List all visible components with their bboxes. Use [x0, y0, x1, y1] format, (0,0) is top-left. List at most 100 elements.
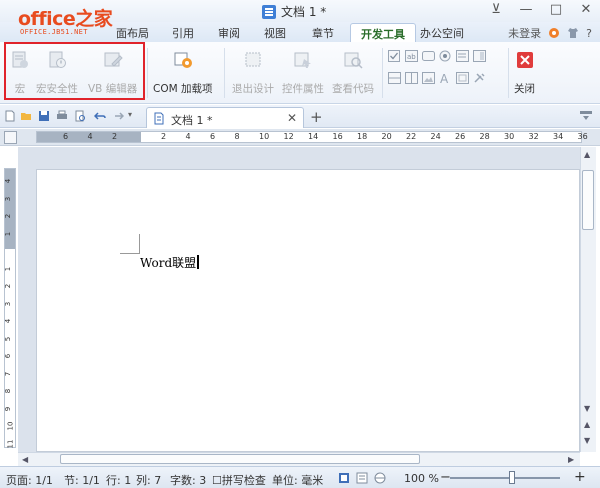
ruler-tick-label: 36	[577, 132, 588, 141]
spin-control-icon[interactable]	[388, 72, 401, 84]
open-folder-icon[interactable]	[20, 110, 32, 122]
ruler-tick-label: 2	[112, 132, 118, 141]
tab-list-icon[interactable]	[580, 111, 592, 121]
page-view-icon[interactable]	[338, 472, 350, 484]
control-properties-icon	[294, 52, 311, 68]
control-properties-button[interactable]: 控件属性	[282, 50, 324, 96]
vertical-ruler-tick-label: 5	[4, 336, 13, 341]
skin-icon[interactable]	[548, 27, 560, 39]
status-line: 行: 1	[106, 474, 132, 487]
tab-review[interactable]: 审阅	[218, 25, 240, 41]
scroll-control-icon[interactable]	[405, 72, 418, 84]
status-page[interactable]: 页面: 1/1	[6, 472, 53, 488]
document-page[interactable]	[36, 169, 580, 452]
exit-design-button[interactable]: 退出设计	[232, 50, 274, 96]
vertical-ruler-tick-label: 11	[6, 439, 15, 448]
vertical-ruler-tick-label: 10	[6, 421, 15, 431]
frame-control-icon[interactable]	[456, 72, 469, 84]
document-tab-label: 文档 1 *	[171, 114, 213, 127]
scroll-down-arrow-icon[interactable]: ▼	[584, 404, 590, 413]
help-icon[interactable]: ?	[586, 27, 592, 40]
ruler-tick-label: 2	[161, 132, 167, 141]
close-developer-label: 关闭	[514, 83, 535, 95]
label-control-icon[interactable]: A	[439, 72, 452, 84]
tab-stop-selector[interactable]	[4, 131, 17, 144]
minimize-icon[interactable]: —	[518, 2, 534, 17]
horizontal-scroll-thumb[interactable]	[60, 454, 420, 464]
vertical-ruler-tick-label: 2	[4, 213, 13, 219]
tab-section[interactable]: 章节	[312, 25, 334, 41]
close-icon[interactable]: ✕	[578, 2, 594, 17]
controls-toolbox: ab A	[388, 50, 490, 90]
ribbon-separator	[508, 48, 509, 98]
list-box-control-icon[interactable]	[456, 50, 469, 62]
document-tab[interactable]: 文档 1 * ✕	[146, 107, 304, 128]
outline-view-icon[interactable]	[356, 472, 368, 484]
vertical-ruler[interactable]: 4 3 2 1 1 2 3 4 5 6 7 8 9 10 11	[4, 168, 16, 448]
new-tab-button[interactable]: +	[310, 108, 323, 126]
customize-arrow-icon[interactable]: ▾	[128, 110, 140, 122]
scroll-right-arrow-icon[interactable]: ▶	[568, 455, 574, 464]
zoom-in-button[interactable]: +	[574, 469, 586, 485]
web-view-icon[interactable]	[374, 472, 386, 484]
vertical-ruler-tick-label: 3	[4, 301, 13, 306]
view-code-icon	[344, 52, 363, 69]
status-word-count[interactable]: 字数: 3	[170, 472, 206, 488]
ruler-tick-label: 12	[283, 132, 294, 141]
redo-icon[interactable]	[112, 110, 124, 122]
text-box-control-icon[interactable]: ab	[405, 50, 418, 62]
document-body-text[interactable]: Word联盟	[140, 254, 200, 271]
ruler-tick-label: 34	[553, 132, 564, 141]
next-page-icon[interactable]: ▼	[584, 436, 590, 445]
ruler-tick-label: 6	[63, 132, 69, 141]
image-control-icon[interactable]	[422, 72, 435, 84]
ruler-tick-label: 16	[332, 132, 343, 141]
new-document-icon[interactable]	[4, 110, 16, 122]
status-bar: 页面: 1/1 节: 1/1 行: 1 列: 7 字数: 3 ☐拼写检查 单位:…	[0, 466, 600, 488]
highlight-rectangle	[4, 42, 145, 100]
exit-design-icon	[245, 52, 261, 67]
tab-references[interactable]: 引用	[172, 25, 194, 41]
menu-arrow-icon[interactable]: ⊻	[488, 2, 504, 17]
window-title-text: 文档 1 *	[281, 5, 327, 19]
horizontal-ruler[interactable]: 6 4 2 2 4 6 8 10 12 14 16 18 20 22 24 26 28 30 32 34 36	[36, 131, 588, 143]
ruler-tick-label: 6	[210, 132, 216, 141]
button-control-icon[interactable]	[422, 50, 435, 62]
document-text: Word联盟	[140, 256, 197, 270]
maximize-icon[interactable]: □	[548, 2, 564, 17]
previous-page-icon[interactable]: ▲	[584, 420, 590, 429]
scroll-up-arrow-icon[interactable]: ▲	[584, 150, 590, 159]
tab-office-space[interactable]: 办公空间	[420, 25, 464, 41]
tab-page-layout[interactable]: 面布局	[116, 25, 149, 41]
print-icon[interactable]	[56, 110, 68, 122]
shirt-icon[interactable]	[567, 27, 579, 39]
spell-check-toggle[interactable]: ☐拼写检查	[212, 472, 266, 488]
view-code-button[interactable]: 查看代码	[332, 50, 374, 96]
login-link[interactable]: 未登录	[508, 25, 541, 41]
status-column: 列: 7	[136, 474, 162, 487]
scroll-left-arrow-icon[interactable]: ◀	[22, 455, 28, 464]
spell-check-label: 拼写检查	[221, 474, 266, 487]
status-section: 节: 1/1	[64, 474, 100, 487]
vertical-scroll-thumb[interactable]	[582, 170, 594, 230]
close-developer-button[interactable]: 关闭	[514, 50, 535, 96]
radio-control-icon[interactable]	[439, 50, 452, 62]
zoom-slider-knob[interactable]	[509, 471, 515, 484]
tools-control-icon[interactable]	[473, 72, 486, 84]
status-unit[interactable]: 单位: 毫米	[272, 472, 323, 488]
ruler-tick-label: 28	[479, 132, 490, 141]
tab-developer[interactable]: 开发工具	[350, 23, 416, 42]
print-preview-icon[interactable]	[74, 110, 86, 122]
com-addins-button[interactable]: COM 加载项	[153, 50, 213, 96]
save-icon[interactable]	[38, 110, 50, 122]
tab-view[interactable]: 视图	[264, 25, 286, 41]
close-tab-icon[interactable]: ✕	[287, 111, 297, 125]
ruler-tick-label: 10	[259, 132, 270, 141]
zoom-level[interactable]: 100 %	[404, 472, 439, 485]
margin-corner-mark	[120, 234, 140, 254]
zoom-slider-track[interactable]	[450, 477, 560, 479]
undo-icon[interactable]	[94, 110, 106, 122]
logo-subtext: OFFICE.JB51.NET	[20, 28, 88, 36]
checkbox-control-icon[interactable]	[388, 50, 401, 62]
combo-box-control-icon[interactable]	[473, 50, 486, 62]
